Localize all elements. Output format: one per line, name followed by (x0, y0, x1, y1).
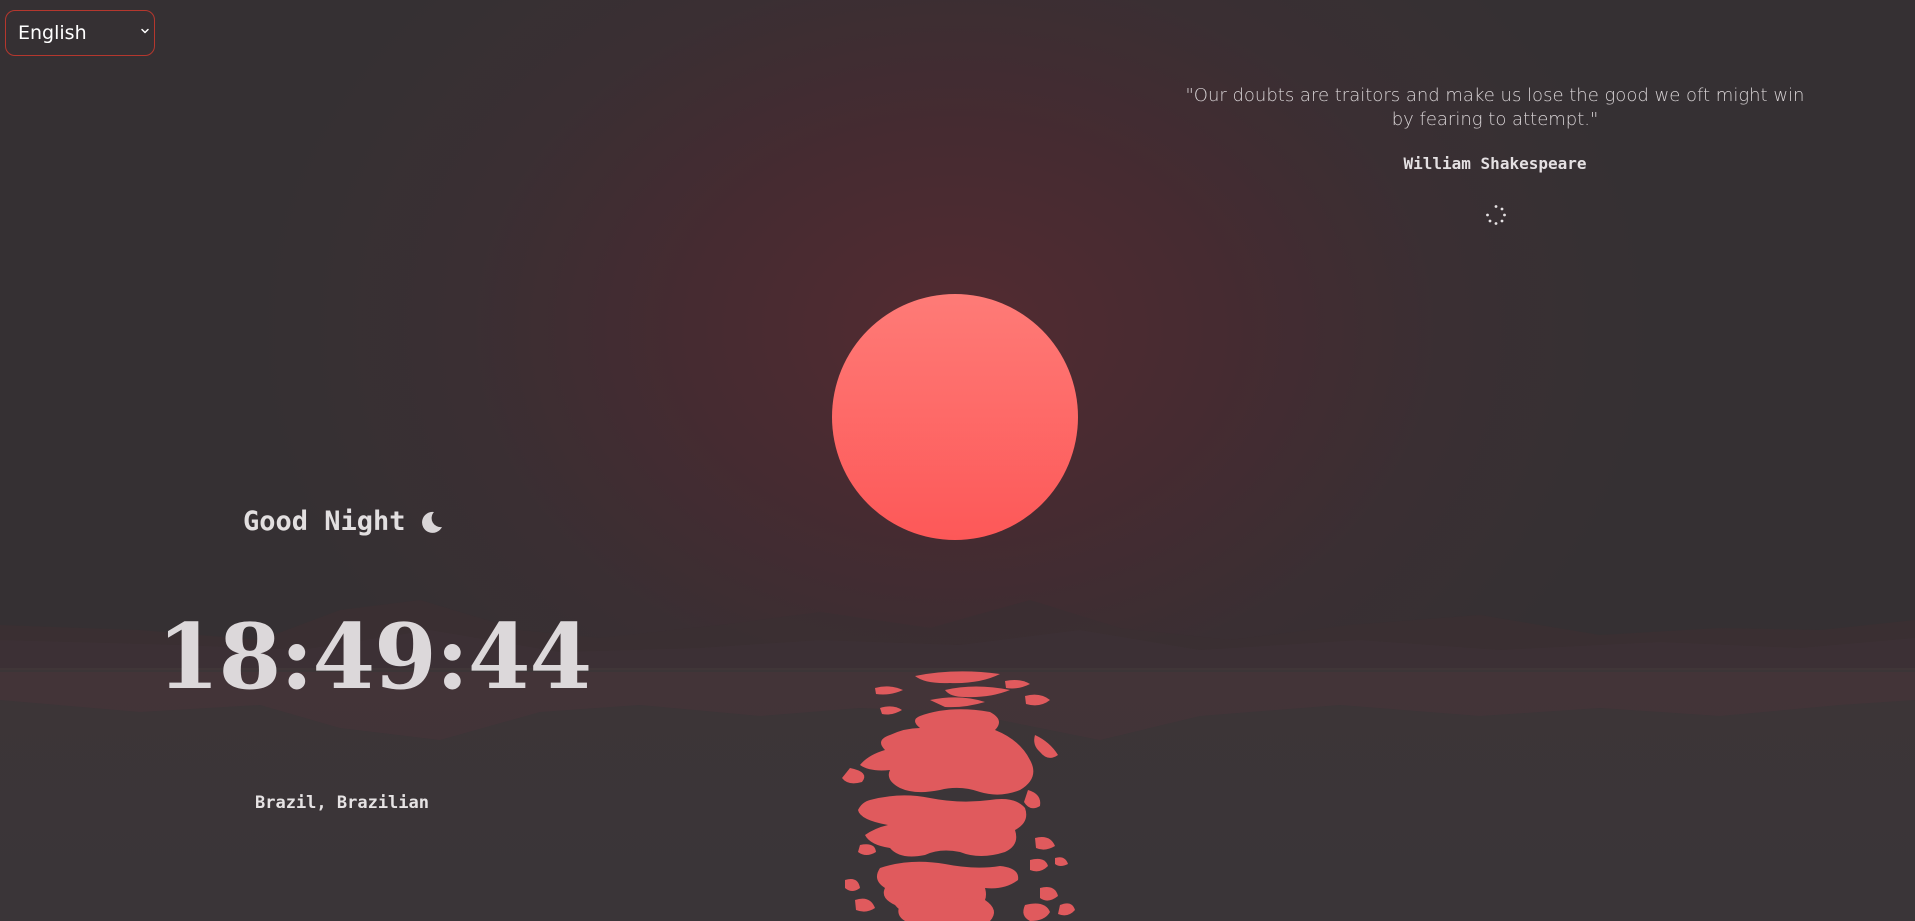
clock-time: 18:49:44 (157, 604, 592, 710)
loading-spinner-icon (1486, 205, 1506, 225)
greeting-text: Good Night (243, 506, 406, 537)
quote-author: William Shakespeare (1403, 154, 1587, 173)
location-label: Brazil, Brazilian (255, 793, 429, 813)
quote-text: "Our doubts are traitors and make us los… (1185, 85, 1805, 130)
background-scene: English "Our doubts are traitors and mak… (0, 0, 1915, 921)
greeting: Good Night (243, 506, 444, 537)
language-select[interactable]: English (5, 10, 155, 56)
moon-icon (421, 511, 442, 533)
sun (832, 294, 1078, 540)
quote-box: "Our doubts are traitors and make us los… (1180, 84, 1810, 173)
